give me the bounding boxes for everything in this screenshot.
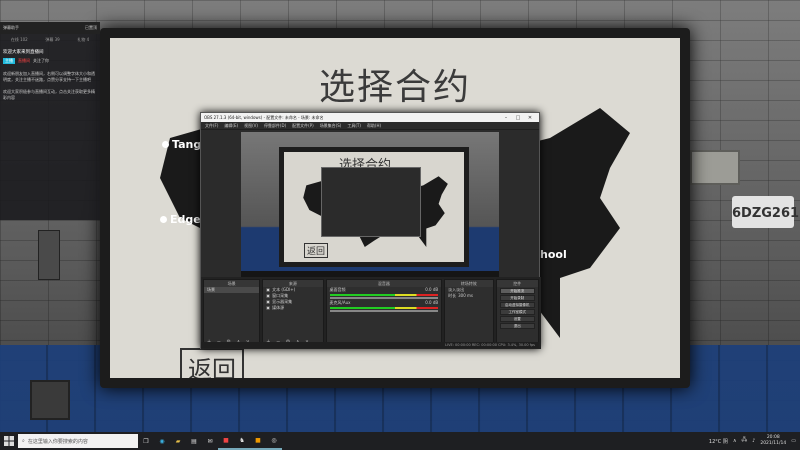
menu-help[interactable]: 帮助(H) <box>367 123 381 128</box>
menu-tools[interactable]: 工具(T) <box>347 123 361 128</box>
overlay-pin-button[interactable]: 已置顶 <box>85 25 97 31</box>
mixer-header: 混音器 <box>326 280 442 287</box>
preview-return: 返回 <box>304 243 329 258</box>
preview-scene: 选择合约 返回 <box>241 132 499 277</box>
scene-item[interactable]: 场景 <box>204 287 260 293</box>
menu-scene-collection[interactable]: 场景集合(S) <box>320 123 342 128</box>
overlay-header: 弹幕助手 已置顶 <box>0 22 100 34</box>
start-button[interactable] <box>0 432 18 450</box>
source-icon: ▣ <box>266 305 271 310</box>
preview-nested-obs <box>321 167 421 237</box>
duration-label: 时长 <box>448 293 457 298</box>
tray-chevron-icon[interactable]: ∧ <box>733 438 737 444</box>
start-recording-button[interactable]: 开始录制 <box>499 295 535 301</box>
menu-profile[interactable]: 配置文件(P) <box>292 123 314 128</box>
volume-slider[interactable] <box>329 297 439 299</box>
scenes-header: 场景 <box>204 280 260 287</box>
channel-name: 桌面音频 <box>329 287 346 292</box>
settings-button[interactable]: 设置 <box>499 316 535 322</box>
menu-view[interactable]: 视图(V) <box>244 123 258 128</box>
virtual-camera-button[interactable]: 启动虚拟摄像机 <box>499 302 535 308</box>
gas-meter <box>690 150 740 185</box>
sources-header: 来源 <box>263 280 323 287</box>
sources-dock: 来源 ▣文本 (GDI+) ▣窗口采集 ▣显示器采集 ▣媒体源 + − ⚙ ∧ … <box>262 279 324 347</box>
search-placeholder: 在这里输入你要搜索的内容 <box>27 438 88 445</box>
overlay-header-title: 弹幕助手 <box>3 25 19 30</box>
audio-meter <box>329 294 439 296</box>
close-icon[interactable]: ✕ <box>524 115 536 121</box>
city-marker-school[interactable]: hool <box>540 248 567 261</box>
mail-icon[interactable]: ✉ <box>202 432 218 450</box>
tag-streamer: 主播 <box>3 58 15 64</box>
mixer-dock: 混音器 桌面音频 0.0 dB 麦克风/Aux 0.0 dB <box>325 279 443 347</box>
chess-app-icon[interactable]: ♞ <box>234 432 250 450</box>
volume-icon[interactable]: ♪ <box>752 438 755 444</box>
obs-docks: 场景 场景 + − ⚙ ∧ ∨ 来源 ▣文本 (GDI+) ▣窗口采集 ▣显示器… <box>201 277 541 349</box>
taskbar-search[interactable]: ⌕ 在这里输入你要搜索的内容 <box>18 434 138 448</box>
search-icon: ⌕ <box>22 438 25 444</box>
menu-edit[interactable]: 编辑(E) <box>224 123 238 128</box>
overlay-message-1: 欢迎新朋友加入直播间，右侧可以调整字体大小和透明度，关注主播不迷路，点赞分享支持… <box>3 71 95 82</box>
maximize-icon[interactable]: □ <box>512 115 524 121</box>
mixer-channel-label: 麦克风/Aux 0.0 dB <box>327 300 442 306</box>
obs-menubar: 文件(F) 编辑(E) 视图(V) 停靠部件(D) 配置文件(P) 场景集合(S… <box>201 122 539 130</box>
source-item[interactable]: ▣ 媒体源 <box>263 305 322 311</box>
obs-window: OBS 27.1.3 (64-bit, windows) - 配置文件: 未命名… <box>200 112 541 349</box>
channel-level: 0.0 dB <box>425 300 439 305</box>
start-streaming-button[interactable]: 开始推流 <box>499 288 535 294</box>
windows-logo-icon <box>4 436 14 446</box>
obs-preview[interactable]: 选择合约 返回 <box>241 132 499 277</box>
overlay-message-2: 欢迎大家积极参与直播间互动，点击关注获取更多精彩内容 <box>3 89 95 100</box>
electric-box <box>30 380 70 420</box>
obs-statusbar: LIVE: 00:00:00 REC: 00:00:00 CPU: 3.4%, … <box>201 342 539 348</box>
audio-meter <box>329 307 439 309</box>
transition-duration[interactable]: 时长 300 ms <box>445 293 492 299</box>
edge-icon[interactable]: ◉ <box>154 432 170 450</box>
store-icon[interactable]: ▤ <box>186 432 202 450</box>
folder-icon[interactable]: ▰ <box>170 432 186 450</box>
wall-switch-panel <box>38 230 60 280</box>
duration-value: 300 ms <box>458 293 473 298</box>
city-marker-tang[interactable]: Tang <box>162 138 201 151</box>
mixer-channel-label: 桌面音频 0.0 dB <box>327 287 442 293</box>
menu-docks[interactable]: 停靠部件(D) <box>264 123 286 128</box>
controls-dock: 控件 开始推流 开始录制 启动虚拟摄像机 工作室模式 设置 退出 <box>495 279 539 347</box>
return-button[interactable]: 返回 <box>180 348 244 378</box>
system-tray: 12°C 阴 ∧ 🖧 ♪ 20:08 2021/11/14 ▭ <box>709 435 800 447</box>
transitions-header: 转场特效 <box>445 280 493 287</box>
channel-level: 0.0 dB <box>425 287 439 292</box>
menu-file[interactable]: 文件(F) <box>205 123 218 128</box>
studio-mode-button[interactable]: 工作室模式 <box>499 309 535 315</box>
exit-button[interactable]: 退出 <box>499 323 535 329</box>
stat-online: 在线 102 <box>10 37 28 42</box>
orange-app-icon[interactable]: ■ <box>250 432 266 450</box>
volume-slider[interactable] <box>329 310 439 312</box>
transitions-dock: 转场特效 淡入淡出 时长 300 ms <box>444 279 494 347</box>
obs-titlebar: OBS 27.1.3 (64-bit, windows) - 配置文件: 未命名… <box>201 113 539 122</box>
obs-window-title: OBS 27.1.3 (64-bit, windows) - 配置文件: 未命名… <box>204 114 324 120</box>
overlay-stats: 在线 102 弹幕 39 礼物 4 <box>0 34 100 46</box>
network-icon[interactable]: 🖧 <box>742 437 748 445</box>
clock-date: 2021/11/14 <box>760 441 787 446</box>
stat-gifts: 礼物 4 <box>77 37 90 42</box>
tag-follow: 关注了你 <box>33 58 49 63</box>
game-app-icon[interactable]: ■ <box>218 432 234 450</box>
windows-taskbar: ⌕ 在这里输入你要搜索的内容 ❐ ◉ ▰ ▤ ✉ ■ ♞ ■ ◎ 12°C 阴 … <box>0 432 800 450</box>
tag-room: 直播间 <box>18 58 30 63</box>
channel-name: 麦克风/Aux <box>329 300 351 305</box>
license-plate: 6DZG261 <box>732 196 799 228</box>
minimize-icon[interactable]: – <box>500 115 512 121</box>
chat-overlay: 弹幕助手 已置顶 在线 102 弹幕 39 礼物 4 欢迎大家来到直播间 主播 … <box>0 22 100 220</box>
taskbar-clock[interactable]: 20:08 2021/11/14 <box>760 435 786 447</box>
overlay-welcome: 欢迎大家来到直播间 <box>3 50 44 55</box>
obs-app-icon[interactable]: ◎ <box>266 432 282 450</box>
notification-icon[interactable]: ▭ <box>791 438 796 444</box>
source-label: 媒体源 <box>272 305 285 310</box>
task-view-icon[interactable]: ❐ <box>138 432 154 450</box>
scenes-dock: 场景 场景 + − ⚙ ∧ ∨ <box>203 279 261 347</box>
stat-danmaku: 弹幕 39 <box>45 37 60 42</box>
overlay-tags: 主播 直播间 关注了你 <box>0 58 100 68</box>
weather-widget[interactable]: 12°C 阴 <box>709 438 728 445</box>
controls-header: 控件 <box>496 280 538 287</box>
